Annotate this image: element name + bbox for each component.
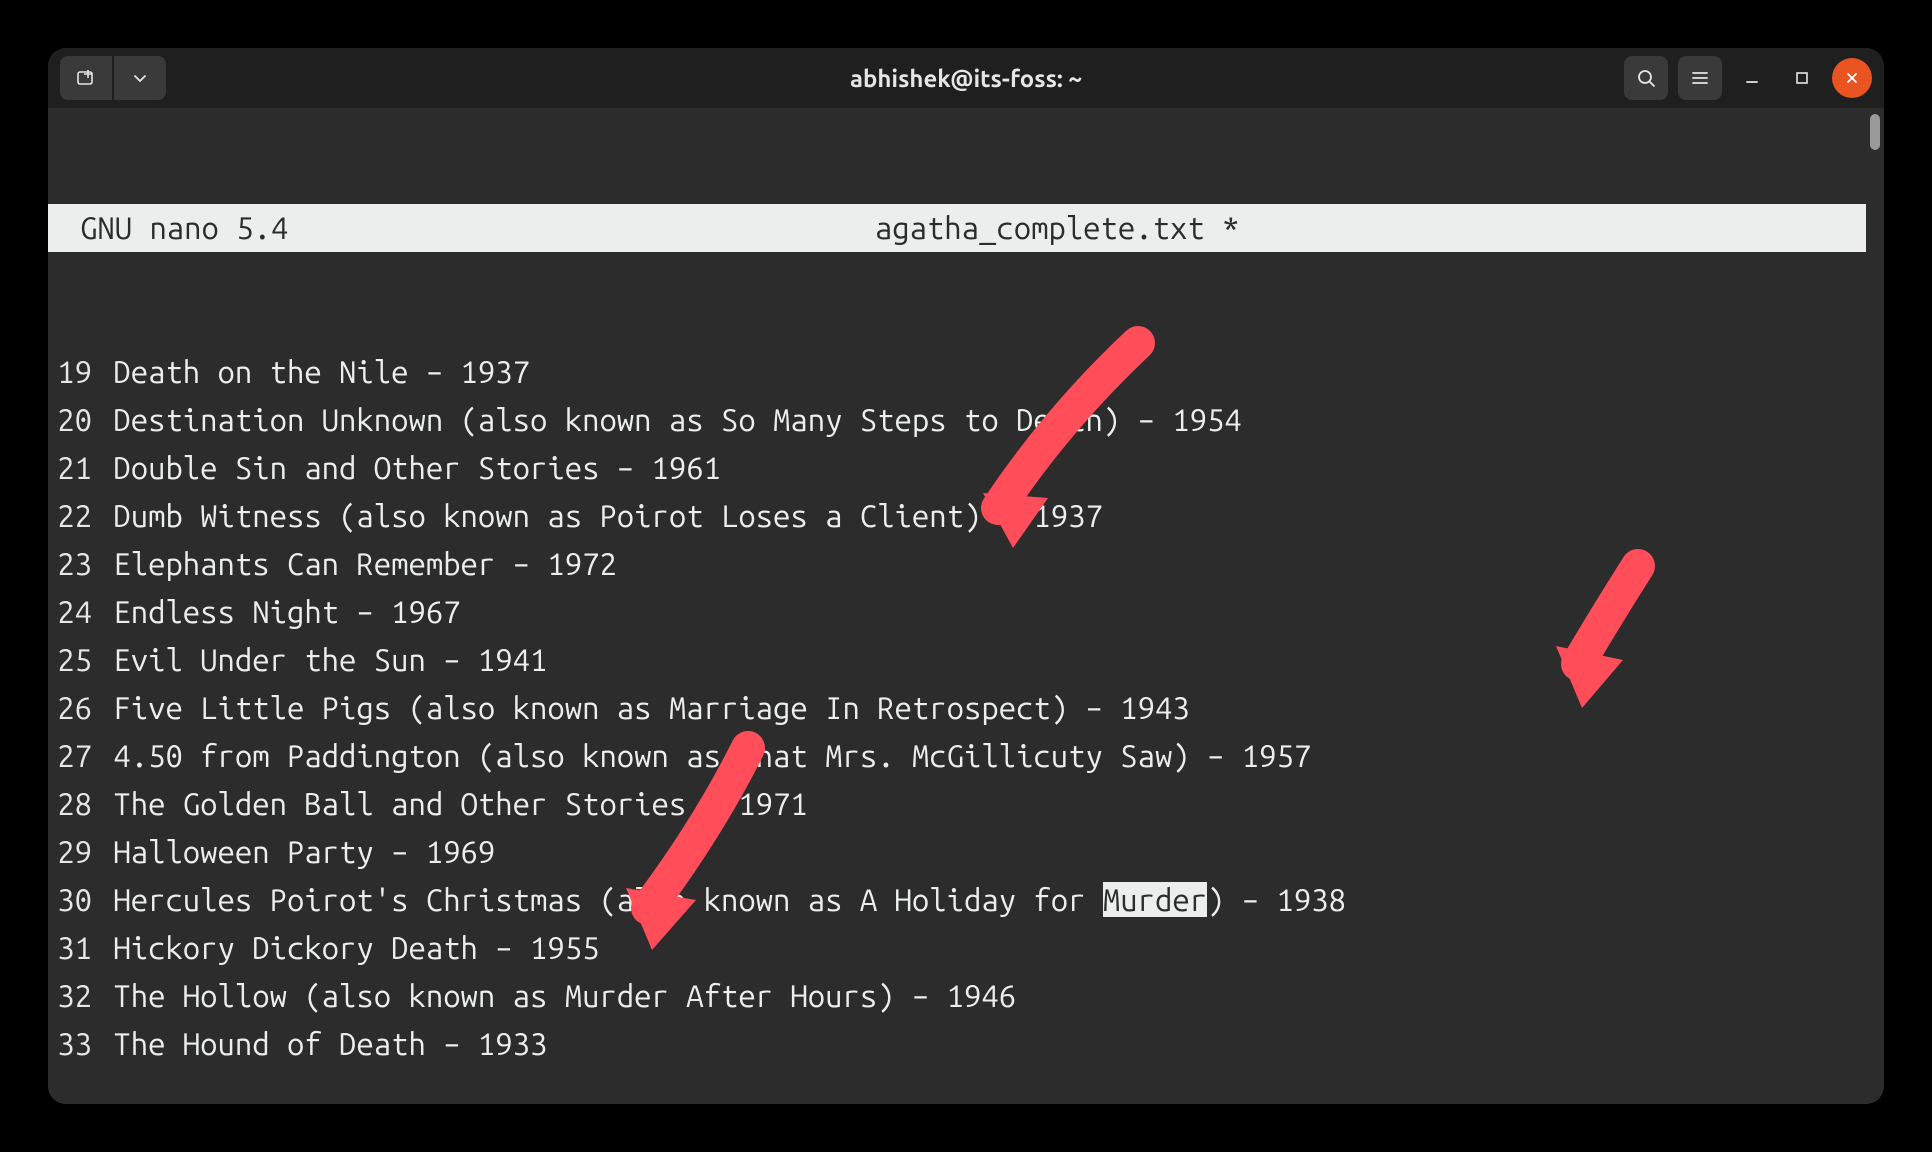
close-button[interactable] <box>1832 58 1872 98</box>
search-button[interactable] <box>1624 56 1668 100</box>
line-text: Destination Unknown (also known as So Ma… <box>96 396 1242 444</box>
editor-line: 29 Halloween Party – 1969 <box>48 828 1866 876</box>
editor-line: 21 Double Sin and Other Stories – 1961 <box>48 444 1866 492</box>
line-number: 24 <box>48 588 96 636</box>
editor-line: 23 Elephants Can Remember – 1972 <box>48 540 1866 588</box>
search-icon <box>1636 68 1656 88</box>
line-text: Hercules Poirot's Christmas (also known … <box>96 876 1346 924</box>
nano-filename: agatha_complete.txt <box>875 210 1205 245</box>
line-number: 23 <box>48 540 96 588</box>
editor-line: 24 Endless Night – 1967 <box>48 588 1866 636</box>
editor-lines: 19 Death on the Nile – 193720 Destinatio… <box>48 348 1866 1068</box>
line-text: 4.50 from Paddington (also known as What… <box>96 732 1311 780</box>
chevron-down-icon <box>132 70 148 86</box>
line-number: 33 <box>48 1020 96 1068</box>
nano-modified-indicator: * <box>1222 210 1239 245</box>
line-text: The Hollow (also known as Murder After H… <box>96 972 1016 1020</box>
maximize-icon <box>1794 70 1810 86</box>
menu-button[interactable] <box>1678 56 1722 100</box>
line-number: 21 <box>48 444 96 492</box>
editor-line: 33 The Hound of Death – 1933 <box>48 1020 1866 1068</box>
line-text: Endless Night – 1967 <box>96 588 461 636</box>
editor-line: 20 Destination Unknown (also known as So… <box>48 396 1866 444</box>
titlebar: abhishek@its-foss: ~ <box>48 48 1884 108</box>
line-text: The Golden Ball and Other Stories – 1971 <box>96 780 808 828</box>
line-text: Five Little Pigs (also known as Marriage… <box>96 684 1190 732</box>
line-number: 27 <box>48 732 96 780</box>
line-text: Halloween Party – 1969 <box>96 828 495 876</box>
line-text: Hickory Dickory Death – 1955 <box>96 924 599 972</box>
minimize-icon <box>1744 70 1760 86</box>
terminal-content: GNU nano 5.4 agatha_complete.txt * 19 De… <box>48 108 1866 1104</box>
line-text: Double Sin and Other Stories – 1961 <box>96 444 721 492</box>
nano-app-name: GNU nano 5.4 <box>80 204 288 252</box>
tab-menu-button[interactable] <box>114 56 166 100</box>
line-text: Death on the Nile – 1937 <box>96 348 530 396</box>
window-title: abhishek@its-foss: ~ <box>48 65 1884 92</box>
search-highlight: Murder <box>1103 882 1207 917</box>
line-text: Dumb Witness (also known as Poirot Loses… <box>96 492 1103 540</box>
line-number: 22 <box>48 492 96 540</box>
editor-line: 19 Death on the Nile – 1937 <box>48 348 1866 396</box>
tab-controls <box>60 56 166 100</box>
editor-line: 25 Evil Under the Sun – 1941 <box>48 636 1866 684</box>
line-number: 19 <box>48 348 96 396</box>
editor-line: 27 4.50 from Paddington (also known as W… <box>48 732 1866 780</box>
editor-line: 30 Hercules Poirot's Christmas (also kno… <box>48 876 1866 924</box>
new-tab-icon <box>76 68 96 88</box>
line-text: Elephants Can Remember – 1972 <box>96 540 617 588</box>
line-number: 26 <box>48 684 96 732</box>
terminal-window: abhishek@its-foss: ~ GNU nano 5.4 agatha <box>48 48 1884 1104</box>
minimize-button[interactable] <box>1732 58 1772 98</box>
hamburger-icon <box>1690 68 1710 88</box>
editor-line: 22 Dumb Witness (also known as Poirot Lo… <box>48 492 1866 540</box>
new-tab-button[interactable] <box>60 56 112 100</box>
line-number: 28 <box>48 780 96 828</box>
line-number: 32 <box>48 972 96 1020</box>
maximize-button[interactable] <box>1782 58 1822 98</box>
terminal-viewport[interactable]: GNU nano 5.4 agatha_complete.txt * 19 De… <box>48 108 1884 1104</box>
line-number: 29 <box>48 828 96 876</box>
line-text: The Hound of Death – 1933 <box>96 1020 547 1068</box>
close-icon <box>1844 70 1860 86</box>
line-number: 31 <box>48 924 96 972</box>
editor-line: 28 The Golden Ball and Other Stories – 1… <box>48 780 1866 828</box>
editor-line: 32 The Hollow (also known as Murder Afte… <box>48 972 1866 1020</box>
editor-line: 26 Five Little Pigs (also known as Marri… <box>48 684 1866 732</box>
line-number: 30 <box>48 876 96 924</box>
scrollbar-thumb[interactable] <box>1870 114 1880 150</box>
line-number: 25 <box>48 636 96 684</box>
line-text: Evil Under the Sun – 1941 <box>96 636 547 684</box>
line-number: 20 <box>48 396 96 444</box>
editor-line: 31 Hickory Dickory Death – 1955 <box>48 924 1866 972</box>
nano-header: GNU nano 5.4 agatha_complete.txt * <box>48 204 1866 252</box>
